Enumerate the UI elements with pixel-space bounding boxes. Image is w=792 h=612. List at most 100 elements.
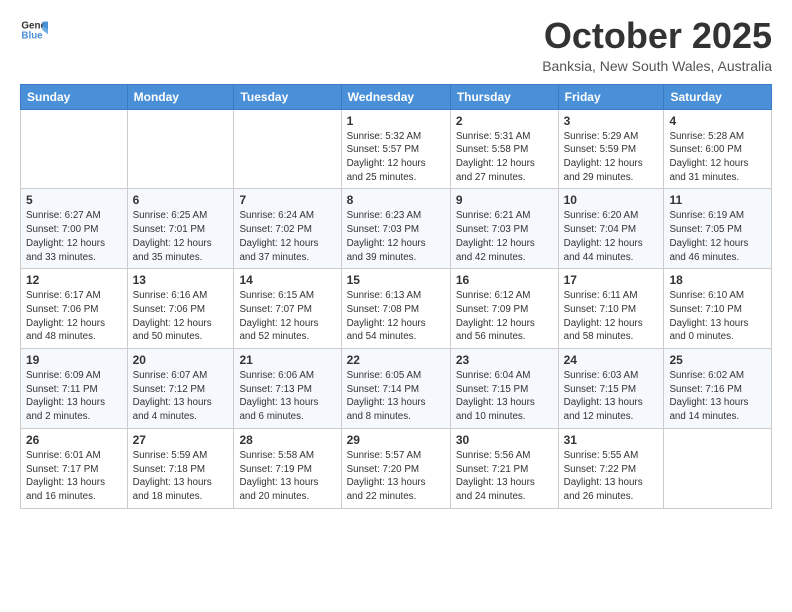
day-cell-w3d4: 15 Sunrise: 6:13 AMSunset: 7:08 PMDayligh… xyxy=(341,269,450,349)
day-info-19: Sunrise: 6:09 AMSunset: 7:11 PMDaylight:… xyxy=(26,369,122,424)
col-monday: Monday xyxy=(127,84,234,109)
day-cell-w5d1: 26Sunrise: 6:01 AMSunset: 7:17 PMDayligh… xyxy=(21,428,128,508)
calendar-table: Sunday Monday Tuesday Wednesday Thursday… xyxy=(20,84,772,509)
col-sunday: Sunday xyxy=(21,84,128,109)
col-tuesday: Tuesday xyxy=(234,84,341,109)
day-number-27: 27 xyxy=(133,433,229,447)
day-info-15: Sunrise: 6:13 AMSunset: 7:08 PMDaylight:… xyxy=(347,289,445,344)
week-row-5: 26Sunrise: 6:01 AMSunset: 7:17 PMDayligh… xyxy=(21,428,772,508)
week-row-4: 19 Sunrise: 6:09 AMSunset: 7:11 PMDayligh… xyxy=(21,349,772,429)
day-info-14: Sunrise: 6:15 AMSunset: 7:07 PMDaylight:… xyxy=(239,289,335,344)
day-number-7: 7 xyxy=(239,193,335,207)
calendar-header-row: Sunday Monday Tuesday Wednesday Thursday… xyxy=(21,84,772,109)
day-cell-w2d3: 7 Sunrise: 6:24 AMSunset: 7:02 PMDaylight… xyxy=(234,189,341,269)
day-info-20: Sunrise: 6:07 AMSunset: 7:12 PMDaylight:… xyxy=(133,369,229,424)
day-number-2: 2 xyxy=(456,114,553,128)
day-number-5: 5 xyxy=(26,193,122,207)
day-number-13: 13 xyxy=(133,273,229,287)
day-cell-w5d2: 27 Sunrise: 5:59 AMSunset: 7:18 PMDayligh… xyxy=(127,428,234,508)
col-friday: Friday xyxy=(558,84,664,109)
day-number-28: 28 xyxy=(239,433,335,447)
day-number-10: 10 xyxy=(564,193,659,207)
day-number-8: 8 xyxy=(347,193,445,207)
day-cell-w4d5: 23 Sunrise: 6:04 AMSunset: 7:15 PMDayligh… xyxy=(450,349,558,429)
week-row-3: 12Sunrise: 6:17 AMSunset: 7:06 PMDayligh… xyxy=(21,269,772,349)
day-cell-w4d6: 24 Sunrise: 6:03 AMSunset: 7:15 PMDayligh… xyxy=(558,349,664,429)
day-number-3: 3 xyxy=(564,114,659,128)
day-number-12: 12 xyxy=(26,273,122,287)
day-info-30: Sunrise: 5:56 AMSunset: 7:21 PMDaylight:… xyxy=(456,449,553,504)
day-cell-w1d6: 3Sunrise: 5:29 AMSunset: 5:59 PMDaylight… xyxy=(558,109,664,189)
location: Banksia, New South Wales, Australia xyxy=(542,58,772,74)
day-number-23: 23 xyxy=(456,353,553,367)
month-title: October 2025 xyxy=(542,16,772,56)
day-info-8: Sunrise: 6:23 AMSunset: 7:03 PMDaylight:… xyxy=(347,209,445,264)
day-cell-w4d1: 19 Sunrise: 6:09 AMSunset: 7:11 PMDayligh… xyxy=(21,349,128,429)
day-info-10: Sunrise: 6:20 AMSunset: 7:04 PMDaylight:… xyxy=(564,209,659,264)
day-info-4: Sunrise: 5:28 AMSunset: 6:00 PMDaylight:… xyxy=(669,130,766,185)
day-cell-w3d3: 14Sunrise: 6:15 AMSunset: 7:07 PMDayligh… xyxy=(234,269,341,349)
day-info-2: Sunrise: 5:31 AMSunset: 5:58 PMDaylight:… xyxy=(456,130,553,185)
day-cell-w2d4: 8 Sunrise: 6:23 AMSunset: 7:03 PMDaylight… xyxy=(341,189,450,269)
day-info-25: Sunrise: 6:02 AMSunset: 7:16 PMDaylight:… xyxy=(669,369,766,424)
title-block: October 2025 Banksia, New South Wales, A… xyxy=(542,16,772,74)
day-cell-w3d5: 16 Sunrise: 6:12 AMSunset: 7:09 PMDayligh… xyxy=(450,269,558,349)
day-cell-w3d1: 12Sunrise: 6:17 AMSunset: 7:06 PMDayligh… xyxy=(21,269,128,349)
day-info-18: Sunrise: 6:10 AMSunset: 7:10 PMDaylight:… xyxy=(669,289,766,344)
day-info-13: Sunrise: 6:16 AMSunset: 7:06 PMDaylight:… xyxy=(133,289,229,344)
day-cell-w4d7: 25 Sunrise: 6:02 AMSunset: 7:16 PMDayligh… xyxy=(664,349,772,429)
day-info-29: Sunrise: 5:57 AMSunset: 7:20 PMDaylight:… xyxy=(347,449,445,504)
day-info-28: Sunrise: 5:58 AMSunset: 7:19 PMDaylight:… xyxy=(239,449,335,504)
day-info-5: Sunrise: 6:27 AMSunset: 7:00 PMDaylight:… xyxy=(26,209,122,264)
day-number-19: 19 xyxy=(26,353,122,367)
day-number-21: 21 xyxy=(239,353,335,367)
day-number-22: 22 xyxy=(347,353,445,367)
day-cell-w1d7: 4 Sunrise: 5:28 AMSunset: 6:00 PMDaylight… xyxy=(664,109,772,189)
day-cell-w3d2: 13 Sunrise: 6:16 AMSunset: 7:06 PMDayligh… xyxy=(127,269,234,349)
day-cell-w5d7 xyxy=(664,428,772,508)
day-cell-w4d2: 20Sunrise: 6:07 AMSunset: 7:12 PMDayligh… xyxy=(127,349,234,429)
day-cell-w1d5: 2 Sunrise: 5:31 AMSunset: 5:58 PMDaylight… xyxy=(450,109,558,189)
logo-icon: General Blue xyxy=(20,16,48,44)
day-cell-w2d7: 11 Sunrise: 6:19 AMSunset: 7:05 PMDayligh… xyxy=(664,189,772,269)
day-info-27: Sunrise: 5:59 AMSunset: 7:18 PMDaylight:… xyxy=(133,449,229,504)
day-cell-w5d5: 30 Sunrise: 5:56 AMSunset: 7:21 PMDayligh… xyxy=(450,428,558,508)
page: General Blue October 2025 Banksia, New S… xyxy=(0,0,792,612)
day-number-18: 18 xyxy=(669,273,766,287)
day-cell-w3d6: 17Sunrise: 6:11 AMSunset: 7:10 PMDayligh… xyxy=(558,269,664,349)
day-info-7: Sunrise: 6:24 AMSunset: 7:02 PMDaylight:… xyxy=(239,209,335,264)
day-cell-w4d4: 22Sunrise: 6:05 AMSunset: 7:14 PMDayligh… xyxy=(341,349,450,429)
day-number-25: 25 xyxy=(669,353,766,367)
day-number-9: 9 xyxy=(456,193,553,207)
day-info-21: Sunrise: 6:06 AMSunset: 7:13 PMDaylight:… xyxy=(239,369,335,424)
day-cell-w5d6: 31Sunrise: 5:55 AMSunset: 7:22 PMDayligh… xyxy=(558,428,664,508)
day-cell-w3d7: 18 Sunrise: 6:10 AMSunset: 7:10 PMDayligh… xyxy=(664,269,772,349)
day-cell-w1d4: 1Sunrise: 5:32 AMSunset: 5:57 PMDaylight… xyxy=(341,109,450,189)
day-info-16: Sunrise: 6:12 AMSunset: 7:09 PMDaylight:… xyxy=(456,289,553,344)
col-thursday: Thursday xyxy=(450,84,558,109)
day-cell-w2d5: 9 Sunrise: 6:21 AMSunset: 7:03 PMDaylight… xyxy=(450,189,558,269)
day-number-16: 16 xyxy=(456,273,553,287)
day-info-9: Sunrise: 6:21 AMSunset: 7:03 PMDaylight:… xyxy=(456,209,553,264)
day-number-1: 1 xyxy=(347,114,445,128)
day-number-30: 30 xyxy=(456,433,553,447)
day-number-4: 4 xyxy=(669,114,766,128)
day-cell-w2d6: 10 Sunrise: 6:20 AMSunset: 7:04 PMDayligh… xyxy=(558,189,664,269)
day-info-31: Sunrise: 5:55 AMSunset: 7:22 PMDaylight:… xyxy=(564,449,659,504)
col-saturday: Saturday xyxy=(664,84,772,109)
day-info-24: Sunrise: 6:03 AMSunset: 7:15 PMDaylight:… xyxy=(564,369,659,424)
day-number-11: 11 xyxy=(669,193,766,207)
day-cell-w2d2: 6Sunrise: 6:25 AMSunset: 7:01 PMDaylight… xyxy=(127,189,234,269)
week-row-1: 1Sunrise: 5:32 AMSunset: 5:57 PMDaylight… xyxy=(21,109,772,189)
logo: General Blue xyxy=(20,16,48,44)
day-info-11: Sunrise: 6:19 AMSunset: 7:05 PMDaylight:… xyxy=(669,209,766,264)
week-row-2: 5 Sunrise: 6:27 AMSunset: 7:00 PMDaylight… xyxy=(21,189,772,269)
day-cell-w1d3 xyxy=(234,109,341,189)
day-info-23: Sunrise: 6:04 AMSunset: 7:15 PMDaylight:… xyxy=(456,369,553,424)
day-number-17: 17 xyxy=(564,273,659,287)
day-number-15: 15 xyxy=(347,273,445,287)
day-cell-w2d1: 5 Sunrise: 6:27 AMSunset: 7:00 PMDaylight… xyxy=(21,189,128,269)
day-cell-w4d3: 21 Sunrise: 6:06 AMSunset: 7:13 PMDayligh… xyxy=(234,349,341,429)
day-number-26: 26 xyxy=(26,433,122,447)
day-number-24: 24 xyxy=(564,353,659,367)
